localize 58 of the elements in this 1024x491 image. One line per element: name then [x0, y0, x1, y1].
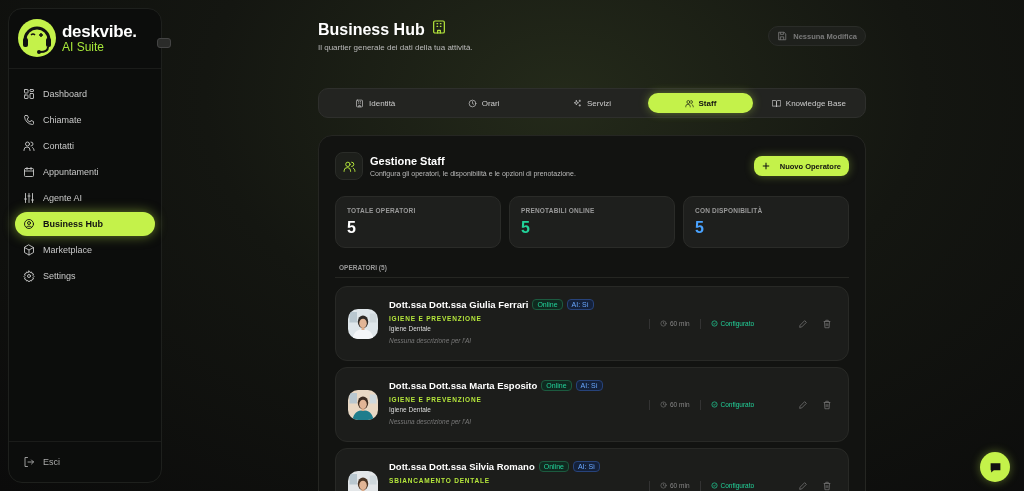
operator-name: Dott.ssa Dott.ssa Giulia Ferrari — [389, 299, 529, 311]
pencil-icon[interactable] — [798, 318, 808, 329]
check-badge-icon — [710, 482, 718, 490]
cube-icon — [23, 244, 35, 256]
clock-icon — [660, 401, 667, 409]
user-circle-icon — [23, 218, 35, 230]
phone-icon — [23, 114, 35, 126]
calendar-icon — [23, 166, 35, 178]
tab[interactable]: Orari — [431, 93, 536, 114]
trash-icon[interactable] — [822, 480, 832, 491]
brand-name: deskvibe. — [62, 23, 137, 40]
floppy-disk-icon — [777, 31, 788, 41]
collapse-button[interactable] — [157, 38, 171, 48]
sidebar-item[interactable]: Settings — [15, 264, 155, 288]
stat-value: 5 — [521, 219, 531, 238]
logout-icon — [23, 456, 35, 468]
gear-icon — [23, 270, 35, 282]
clock-icon — [660, 320, 667, 328]
tab[interactable]: Identità — [323, 93, 428, 114]
tab[interactable]: Knowledge Base — [756, 93, 862, 114]
grid-icon — [23, 88, 35, 100]
clock-icon — [660, 482, 667, 490]
sidebar-item[interactable]: Marketplace — [15, 238, 155, 262]
sparkle-icon — [573, 98, 582, 108]
building-icon — [355, 98, 365, 108]
page-title: Business Hub — [318, 19, 425, 39]
sidebar-item[interactable]: Dashboard — [15, 82, 155, 106]
sidebar-item[interactable]: Chiamate — [15, 108, 155, 132]
book-icon — [771, 98, 781, 108]
chat-button[interactable] — [980, 452, 1010, 482]
pencil-icon[interactable] — [798, 480, 808, 491]
headset-logo-icon — [17, 18, 57, 58]
sidebar-item[interactable]: Appuntamenti — [15, 160, 155, 184]
sidebar-item[interactable]: Contatti — [15, 134, 155, 158]
tab[interactable]: Servizi — [539, 93, 645, 114]
users-icon — [23, 140, 35, 152]
trash-icon[interactable] — [822, 399, 832, 410]
building-icon — [430, 19, 447, 35]
tab[interactable]: Staff — [648, 93, 753, 114]
plus-icon — [761, 162, 770, 171]
check-badge-icon — [710, 401, 718, 409]
page-subtitle: Il quartier generale dei dati della tua attività. — [318, 43, 473, 53]
sidebar-item[interactable]: Business Hub — [15, 212, 155, 236]
users-icon — [684, 98, 694, 108]
operator-name: Dott.ssa Dott.ssa Marta Esposito — [389, 380, 538, 392]
check-badge-icon — [710, 320, 718, 328]
stat-value: 5 — [695, 219, 705, 238]
brand-subtitle: AI Suite — [62, 41, 106, 53]
panel-title: Gestione Staff — [370, 155, 446, 168]
sliders-icon — [23, 192, 35, 204]
operator-name: Dott.ssa Dott.ssa Silvia Romano — [389, 461, 535, 473]
sidebar-item[interactable]: Agente AI — [15, 186, 155, 210]
clock-icon — [467, 98, 477, 108]
trash-icon[interactable] — [822, 318, 832, 329]
chat-bubble-icon — [988, 460, 1002, 474]
logout-link[interactable]: Esci — [9, 442, 161, 482]
stat-value: 5 — [347, 219, 357, 238]
pencil-icon[interactable] — [798, 399, 808, 410]
